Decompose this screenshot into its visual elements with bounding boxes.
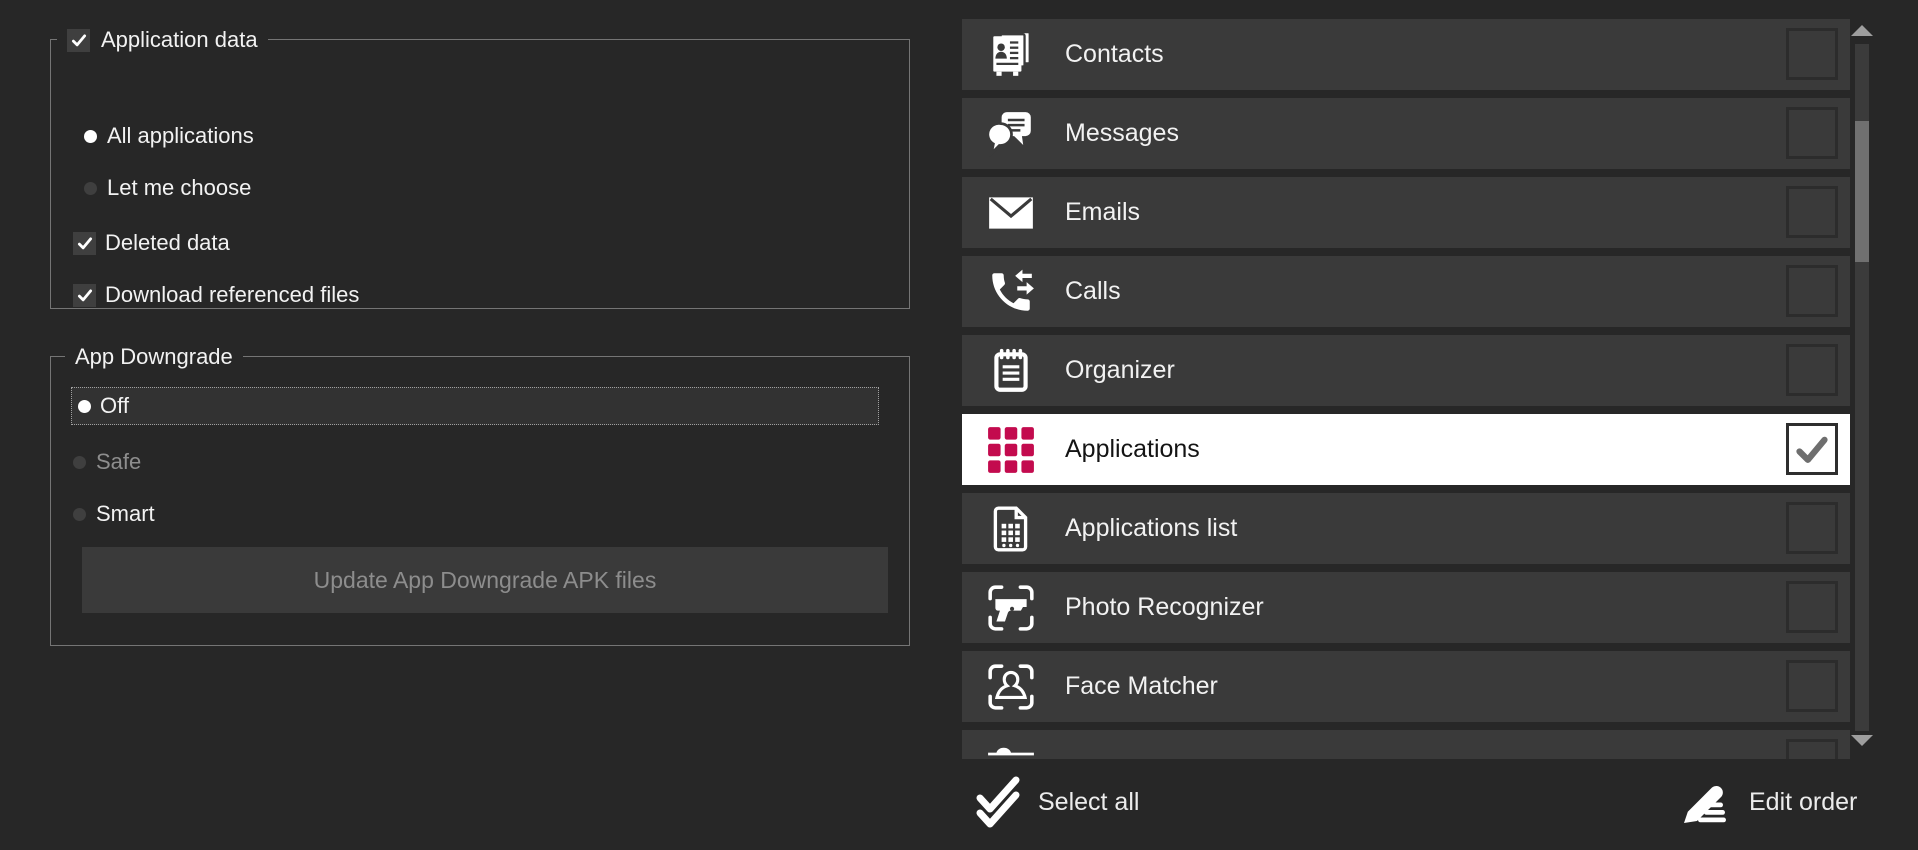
list-item-label: Organizer	[1065, 335, 1175, 406]
list-item-label: Applications	[1065, 414, 1200, 485]
checkbox-label: Download referenced files	[105, 282, 359, 308]
list-item-checkbox[interactable]	[1786, 265, 1838, 317]
app-downgrade-group: App Downgrade Off Safe Smart Update App …	[50, 356, 910, 646]
radio-dot	[84, 182, 97, 195]
partial-item-icon	[986, 741, 1036, 759]
check-icon	[1792, 429, 1832, 469]
list-item-checkbox[interactable]	[1786, 739, 1838, 759]
radio-dot	[73, 456, 86, 469]
applications-icon	[986, 425, 1036, 475]
application-data-label: Application data	[101, 27, 258, 53]
list-item[interactable]: Organizer	[962, 335, 1850, 406]
category-list: Contacts Messages Emails Calls Organizer…	[962, 19, 1850, 759]
messages-icon	[986, 109, 1036, 159]
list-item[interactable]	[962, 730, 1850, 759]
list-item[interactable]: Calls	[962, 256, 1850, 327]
radio-dot	[78, 400, 91, 413]
application-data-checkbox[interactable]	[67, 29, 90, 52]
radio-dot	[73, 508, 86, 521]
radio-off[interactable]: Off	[71, 387, 879, 425]
application-data-legend[interactable]: Application data	[57, 26, 268, 54]
update-app-downgrade-button[interactable]: Update App Downgrade APK files	[82, 547, 888, 613]
checkbox-download-referenced-files[interactable]: Download referenced files	[73, 282, 359, 308]
app-downgrade-label: App Downgrade	[75, 344, 233, 370]
radio-all-applications[interactable]: All applications	[84, 123, 254, 149]
list-item-checkbox[interactable]	[1786, 502, 1838, 554]
scrollbar	[1851, 19, 1873, 759]
deleted-data-checkbox[interactable]	[73, 232, 96, 255]
radio-safe[interactable]: Safe	[73, 449, 141, 475]
list-item-label: Applications list	[1065, 493, 1237, 564]
checkbox-deleted-data[interactable]: Deleted data	[73, 230, 230, 256]
list-item-label: Calls	[1065, 256, 1121, 327]
applications-list-icon	[986, 504, 1036, 554]
radio-label: Smart	[96, 501, 155, 527]
scrollbar-up-arrow[interactable]	[1851, 25, 1873, 36]
radio-smart[interactable]: Smart	[73, 501, 155, 527]
application-data-group: Application data All applications Let me…	[50, 39, 910, 309]
check-icon	[76, 286, 94, 304]
list-item[interactable]: Contacts	[962, 19, 1850, 90]
radio-label: All applications	[107, 123, 254, 149]
photo-recognizer-icon	[986, 583, 1036, 633]
select-all-button[interactable]: Select all	[975, 776, 1139, 828]
check-icon	[76, 234, 94, 252]
contacts-icon	[986, 30, 1036, 80]
list-item-checkbox[interactable]	[1786, 107, 1838, 159]
list-item-checkbox[interactable]	[1786, 660, 1838, 712]
list-item[interactable]: Messages	[962, 98, 1850, 169]
list-item-label: Contacts	[1065, 19, 1164, 90]
organizer-icon	[986, 346, 1036, 396]
radio-label: Let me choose	[107, 175, 251, 201]
list-item[interactable]: Applications list	[962, 493, 1850, 564]
calls-icon	[986, 267, 1036, 317]
scrollbar-down-arrow[interactable]	[1851, 735, 1873, 746]
emails-icon	[986, 188, 1036, 238]
list-item-checkbox[interactable]	[1786, 186, 1838, 238]
edit-order-button[interactable]: Edit order	[1680, 778, 1857, 826]
face-matcher-icon	[986, 662, 1036, 712]
edit-order-label: Edit order	[1749, 788, 1857, 817]
list-item-checkbox[interactable]	[1786, 581, 1838, 633]
select-all-icon	[975, 776, 1021, 828]
scrollbar-thumb[interactable]	[1855, 121, 1869, 262]
list-item[interactable]: Applications	[962, 414, 1850, 485]
list-item-label: Emails	[1065, 177, 1140, 248]
list-item[interactable]: Emails	[962, 177, 1850, 248]
list-item-checkbox[interactable]	[1786, 344, 1838, 396]
app-downgrade-legend: App Downgrade	[65, 343, 243, 371]
select-all-label: Select all	[1038, 788, 1139, 817]
list-item-label: Photo Recognizer	[1065, 572, 1264, 643]
list-item-checkbox[interactable]	[1786, 423, 1838, 475]
download-referenced-files-checkbox[interactable]	[73, 284, 96, 307]
edit-order-icon	[1680, 778, 1734, 826]
list-item[interactable]: Photo Recognizer	[962, 572, 1850, 643]
radio-label: Off	[100, 393, 129, 419]
list-item-checkbox[interactable]	[1786, 28, 1838, 80]
list-item-label: Messages	[1065, 98, 1179, 169]
radio-let-me-choose[interactable]: Let me choose	[84, 175, 251, 201]
list-item[interactable]: Face Matcher	[962, 651, 1850, 722]
list-item-label: Face Matcher	[1065, 651, 1218, 722]
radio-label: Safe	[96, 449, 141, 475]
radio-dot	[84, 130, 97, 143]
check-icon	[70, 31, 88, 49]
checkbox-label: Deleted data	[105, 230, 230, 256]
